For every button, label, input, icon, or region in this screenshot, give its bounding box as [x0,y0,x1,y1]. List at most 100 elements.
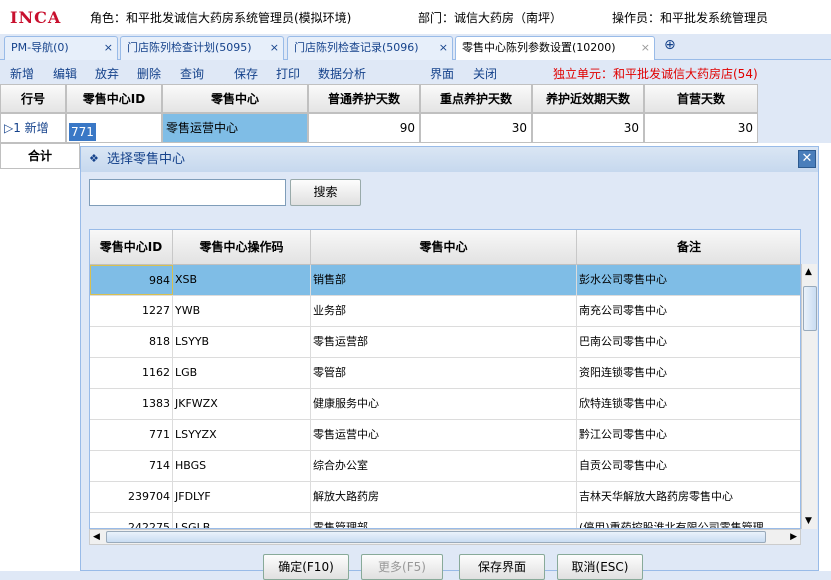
hscroll-thumb[interactable] [106,531,766,543]
cell-note: 黔江公司零售中心 [577,420,800,450]
table-row[interactable]: 771 LSYYZX 零售运营中心 黔江公司零售中心 [90,420,800,451]
scroll-right-icon[interactable]: ▶ [790,532,797,542]
query-button[interactable]: 查询 [180,65,204,82]
table-row[interactable]: 984 XSB 销售部 彭水公司零售中心 [90,265,800,296]
tab-label: PM-导航(0) [11,41,69,54]
cell-note: 巴南公司零售中心 [577,327,800,357]
cell-name: 综合办公室 [311,451,577,481]
tab-label: 门店陈列检查计划(5095) [127,41,252,54]
save-layout-button[interactable]: 保存界面 [459,554,545,580]
vertical-scrollbar[interactable]: ▲ ▼ [801,264,817,529]
table-row[interactable]: 818 LSYYB 零售运营部 巴南公司零售中心 [90,327,800,358]
table-row[interactable]: 242275 LSGLB 零售管理部 (停用)重药控股淮北有限公司零售管理 [90,513,800,528]
cell-note: 自贡公司零售中心 [577,451,800,481]
cell-id: 1383 [90,389,173,419]
cell-code: JFDLYF [173,482,311,512]
cell-id: 242275 [90,513,173,528]
close-icon[interactable]: × [641,37,650,59]
cell-note: 资阳连锁零售中心 [577,358,800,388]
center-id-value: 771 [69,123,96,141]
horizontal-scrollbar[interactable]: ◀ ▶ [89,529,801,545]
cell-id: 714 [90,451,173,481]
delete-button[interactable]: 删除 [137,65,161,82]
cancel-button[interactable]: 取消(ESC) [557,554,643,580]
cell-note: (停用)重药控股淮北有限公司零售管理 [577,513,800,528]
toolbar: 新增 编辑 放弃 删除 查询 保存 打印 数据分析 界面 关闭 独立单元：和平批… [0,60,831,84]
tab-display-record[interactable]: 门店陈列检查记录(5096) × [287,36,453,60]
add-tab-icon[interactable]: ⊕ [664,37,676,53]
tab-retail-param[interactable]: 零售中心陈列参数设置(10200) × [455,36,655,61]
data-analysis-button[interactable]: 数据分析 [318,65,366,82]
top-header: INCA 角色：和平批发诚信大药房系统管理员(模拟环境) 部门：诚信大药房（南坪… [0,0,831,34]
row-number[interactable]: ▷1 新增 [0,113,66,143]
scroll-left-icon[interactable]: ◀ [93,532,100,542]
tab-pm-nav[interactable]: PM-导航(0) × [4,36,118,60]
cell-code: LGB [173,358,311,388]
col-center-id: 零售中心ID [66,84,162,113]
cell-code: LSGLB [173,513,311,528]
cell-code: LSYYB [173,327,311,357]
tab-bar: PM-导航(0) × 门店陈列检查计划(5095) × 门店陈列检查记录(5096)… [0,34,831,61]
cell-name: 健康服务中心 [311,389,577,419]
tab-label: 零售中心陈列参数设置(10200) [462,41,616,54]
more-button[interactable]: 更多(F5) [361,554,443,580]
th-center-name: 零售中心 [311,230,577,265]
operator-info: 操作员：和平批发系统管理员 [612,11,769,25]
key-days-cell[interactable]: 30 [420,113,532,143]
scroll-up-icon[interactable]: ▲ [805,267,812,277]
cell-id: 1162 [90,358,173,388]
discard-button[interactable]: 放弃 [95,65,119,82]
cell-code: XSB [173,265,311,295]
unit-label: 独立单元：和平批发诚信大药房店(54) [553,67,758,81]
close-icon[interactable]: × [439,37,448,59]
search-input[interactable] [89,179,286,206]
dialog-title-bar[interactable]: ❖ 选择零售中心 ✕ [81,147,818,172]
normal-days-cell[interactable]: 90 [308,113,420,143]
center-cell[interactable]: 零售运营中心 [162,113,308,143]
cell-code: YWB [173,296,311,326]
select-center-dialog: ❖ 选择零售中心 ✕ 搜索 零售中心ID 零售中心操作码 零售中心 备注 984… [80,146,819,580]
close-icon[interactable]: × [270,37,279,59]
cell-id: 984 [90,265,173,295]
cell-name: 解放大路药房 [311,482,577,512]
first-days-cell[interactable]: 30 [644,113,758,143]
table-row[interactable]: 1162 LGB 零管部 资阳连锁零售中心 [90,358,800,389]
center-table: 零售中心ID 零售中心操作码 零售中心 备注 984 XSB 销售部 彭水公司零… [89,229,801,529]
inca-logo: INCA [10,7,62,27]
table-row[interactable]: 239704 JFDLYF 解放大路药房 吉林天华解放大路药房零售中心 [90,482,800,513]
window-icon: ❖ [89,152,99,165]
cell-code: JKFWZX [173,389,311,419]
save-button[interactable]: 保存 [234,65,258,82]
table-row[interactable]: 1227 YWB 业务部 南充公司零售中心 [90,296,800,327]
tab-display-plan[interactable]: 门店陈列检查计划(5095) × [120,36,284,60]
cell-name: 零管部 [311,358,577,388]
near-days-cell[interactable]: 30 [532,113,644,143]
cell-name: 业务部 [311,296,577,326]
table-row[interactable]: 714 HBGS 综合办公室 自贡公司零售中心 [90,451,800,482]
th-center-id: 零售中心ID [90,230,173,265]
col-key-days: 重点养护天数 [420,84,532,113]
cell-code: LSYYZX [173,420,311,450]
center-id-cell[interactable]: 771 [66,113,162,143]
scroll-thumb[interactable] [803,286,817,331]
dialog-close-icon[interactable]: ✕ [798,150,816,168]
print-button[interactable]: 打印 [276,65,300,82]
layout-button[interactable]: 界面 [430,65,454,82]
table-row[interactable]: 1383 JKFWZX 健康服务中心 欣特连锁零售中心 [90,389,800,420]
close-icon[interactable]: × [104,37,113,59]
dept-info: 部门：诚信大药房（南坪） [418,11,563,25]
cell-name: 零售运营部 [311,327,577,357]
col-normal-days: 普通养护天数 [308,84,420,113]
cell-note: 南充公司零售中心 [577,296,800,326]
confirm-button[interactable]: 确定(F10) [263,554,349,580]
edit-button[interactable]: 编辑 [53,65,77,82]
th-center-code: 零售中心操作码 [173,230,311,265]
scroll-down-icon[interactable]: ▼ [805,516,812,526]
new-button[interactable]: 新增 [10,65,34,82]
role-info: 角色：和平批发诚信大药房系统管理员(模拟环境) [90,11,352,25]
th-note: 备注 [577,230,800,265]
search-button[interactable]: 搜索 [290,179,361,206]
cell-id: 1227 [90,296,173,326]
tab-label: 门店陈列检查记录(5096) [294,41,419,54]
close-button[interactable]: 关闭 [473,65,497,82]
